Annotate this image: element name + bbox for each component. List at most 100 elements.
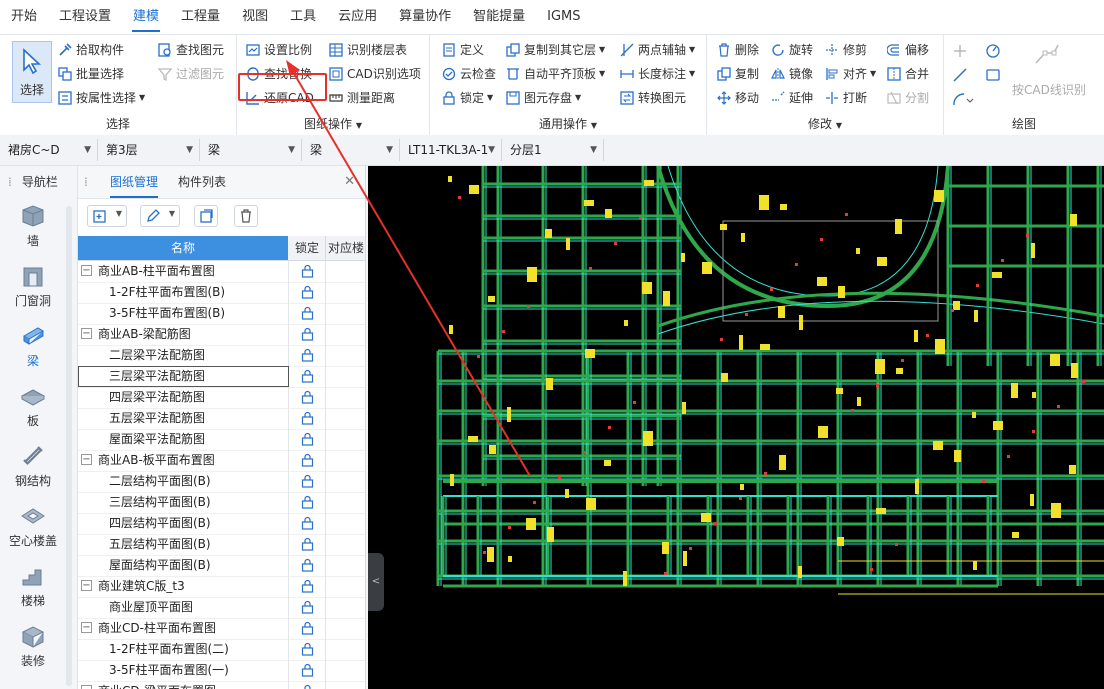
nav-item-stair[interactable]: 楼梯 <box>0 564 66 609</box>
lock-cell[interactable] <box>289 618 326 639</box>
cloud-check-button[interactable]: 云检查 <box>442 63 496 85</box>
column-floor[interactable]: 对应楼 <box>326 236 366 260</box>
break-button[interactable]: 打断 <box>825 87 867 109</box>
drawing-name-cell[interactable]: 3-5F柱平面布置图(一) <box>78 660 289 681</box>
lock-cell[interactable] <box>289 576 326 597</box>
drawing-row[interactable]: 五层结构平面图(B) <box>78 534 365 556</box>
drawing-name-cell[interactable]: 二层梁平法配筋图 <box>78 345 289 366</box>
menu-view[interactable]: 视图 <box>231 0 279 34</box>
tab-drawing-management[interactable]: 图纸管理 <box>110 166 159 198</box>
define-button[interactable]: 定义 <box>442 39 484 61</box>
pick-component-button[interactable]: 拾取构件 <box>58 39 124 61</box>
lock-cell[interactable] <box>289 450 326 471</box>
collapse-icon[interactable]: − <box>81 454 92 465</box>
lock-cell[interactable] <box>289 597 326 618</box>
lock-cell[interactable] <box>289 513 326 534</box>
lock-cell[interactable] <box>289 639 326 660</box>
drawing-name-cell[interactable]: − 商业CD-梁平面布置图 <box>78 681 289 689</box>
menu-smart-extract[interactable]: 智能提量 <box>462 0 536 34</box>
mirror-button[interactable]: 镜像 <box>771 63 813 85</box>
point-icon[interactable] <box>952 43 968 59</box>
lock-cell[interactable] <box>289 471 326 492</box>
layer-select[interactable]: 分层1 ▼ <box>504 139 604 161</box>
drawing-name-cell[interactable]: 三层结构平面图(B) <box>78 492 289 513</box>
drawing-name-cell[interactable]: 1-2F柱平面布置图(B) <box>78 282 289 303</box>
auto-flat-top-button[interactable]: 自动平齐顶板 ▼ <box>506 63 605 85</box>
nav-item-beam[interactable]: 梁 <box>0 324 66 369</box>
lock-cell[interactable] <box>289 681 326 689</box>
lock-cell[interactable] <box>289 429 326 450</box>
cad-options-button[interactable]: CAD识别选项 <box>329 63 421 85</box>
drawing-name-cell[interactable]: − 商业建筑C版_t3 <box>78 576 289 597</box>
building-select[interactable]: 裙房C~D ▼ <box>2 139 98 161</box>
nav-item-steel[interactable]: 钢结构 <box>0 444 66 489</box>
collapse-icon[interactable]: − <box>81 328 92 339</box>
lock-cell[interactable] <box>289 387 326 408</box>
drawing-name-cell[interactable]: − 商业AB-柱平面布置图 <box>78 261 289 282</box>
trim-button[interactable]: 修剪 <box>825 39 867 61</box>
lock-cell[interactable] <box>289 282 326 303</box>
lock-cell[interactable] <box>289 324 326 345</box>
drag-handle-icon[interactable]: ⁞ <box>84 166 88 198</box>
drawing-row[interactable]: 四层梁平法配筋图 <box>78 387 365 409</box>
nav-item-hollow-floor[interactable]: 空心楼盖 <box>0 504 66 549</box>
recognize-by-cad-line-button[interactable]: 按CAD线识别 <box>1012 79 1086 101</box>
nav-item-door-window[interactable]: 门窗洞 <box>0 264 66 309</box>
drawing-row[interactable]: 1-2F柱平面布置图(B) <box>78 282 365 304</box>
drawing-name-cell[interactable]: 屋面梁平法配筋图 <box>78 429 289 450</box>
edit-drawing-button[interactable]: ▼ <box>140 205 180 227</box>
delete-button[interactable]: 删除 <box>717 39 759 61</box>
select-button[interactable]: 选择 <box>12 41 52 103</box>
drawing-row[interactable]: 三层结构平面图(B) <box>78 492 365 514</box>
drawing-name-cell[interactable]: 3-5F柱平面布置图(B) <box>78 303 289 324</box>
filter-element-button[interactable]: 过滤图元 <box>158 63 224 85</box>
drag-handle-icon[interactable]: ⁞ <box>8 175 12 189</box>
two-point-axis-button[interactable]: 两点辅轴 ▼ <box>620 39 695 61</box>
column-lock[interactable]: 锁定 <box>289 236 326 260</box>
lock-button[interactable]: 锁定 ▼ <box>442 87 493 109</box>
refresh-drawing-button[interactable] <box>194 205 218 227</box>
drawing-name-cell[interactable]: 五层梁平法配筋图 <box>78 408 289 429</box>
arc-icon[interactable] <box>952 91 974 107</box>
drawing-row[interactable]: 四层结构平面图(B) <box>78 513 365 535</box>
menu-igms[interactable]: IGMS <box>536 0 591 34</box>
find-element-button[interactable]: 查找图元 <box>158 39 224 61</box>
menu-quantities[interactable]: 工程量 <box>170 0 231 34</box>
nav-scrollbar[interactable] <box>66 206 72 686</box>
collapse-icon[interactable]: − <box>81 622 92 633</box>
copy-to-other-floor-button[interactable]: 复制到其它层 ▼ <box>506 39 605 61</box>
drawing-group-row[interactable]: − 商业AB-梁配筋图 <box>78 324 365 346</box>
drawing-row[interactable]: 3-5F柱平面布置图(B) <box>78 303 365 325</box>
drawing-row[interactable]: 三层梁平法配筋图 <box>78 366 365 388</box>
collapse-icon[interactable]: − <box>81 685 92 689</box>
cad-canvas[interactable] <box>368 166 1104 689</box>
split-button[interactable]: 分割 <box>887 87 929 109</box>
menu-collaboration[interactable]: 算量协作 <box>388 0 462 34</box>
drawing-row[interactable]: 屋面结构平面图(B) <box>78 555 365 577</box>
point-angle-icon[interactable] <box>985 43 1001 59</box>
drawing-row[interactable]: 二层结构平面图(B) <box>78 471 365 493</box>
rectangle-icon[interactable] <box>985 67 1001 83</box>
recognize-floor-table-button[interactable]: 识别楼层表 <box>329 39 407 61</box>
lock-cell[interactable] <box>289 366 326 387</box>
drawing-group-row[interactable]: − 商业AB-柱平面布置图 <box>78 261 365 283</box>
delete-drawing-button[interactable] <box>234 205 258 227</box>
drawing-ops-group-label[interactable]: 图纸操作 ▼ <box>237 115 429 132</box>
drawing-row[interactable]: 二层梁平法配筋图 <box>78 345 365 367</box>
drawing-group-row[interactable]: − 商业建筑C版_t3 <box>78 576 365 598</box>
lock-cell[interactable] <box>289 492 326 513</box>
column-name[interactable]: 名称 <box>78 236 288 260</box>
line-icon[interactable] <box>952 67 968 83</box>
drawing-name-cell[interactable]: 屋面结构平面图(B) <box>78 555 289 576</box>
extend-button[interactable]: 延伸 <box>771 87 813 109</box>
collapse-panel-handle[interactable]: < <box>368 553 384 611</box>
drawing-name-cell[interactable]: 商业屋顶平面图 <box>78 597 289 618</box>
drawing-name-cell[interactable]: − 商业AB-板平面布置图 <box>78 450 289 471</box>
offset-button[interactable]: 偏移 <box>887 39 929 61</box>
move-button[interactable]: 移动 <box>717 87 759 109</box>
drawing-row[interactable]: 1-2F柱平面布置图(二) <box>78 639 365 661</box>
length-mark-button[interactable]: 长度标注 ▼ <box>620 63 695 85</box>
menu-modeling[interactable]: 建模 <box>122 0 170 34</box>
menu-cloud[interactable]: 云应用 <box>327 0 388 34</box>
drawing-row[interactable]: 屋面梁平法配筋图 <box>78 429 365 451</box>
